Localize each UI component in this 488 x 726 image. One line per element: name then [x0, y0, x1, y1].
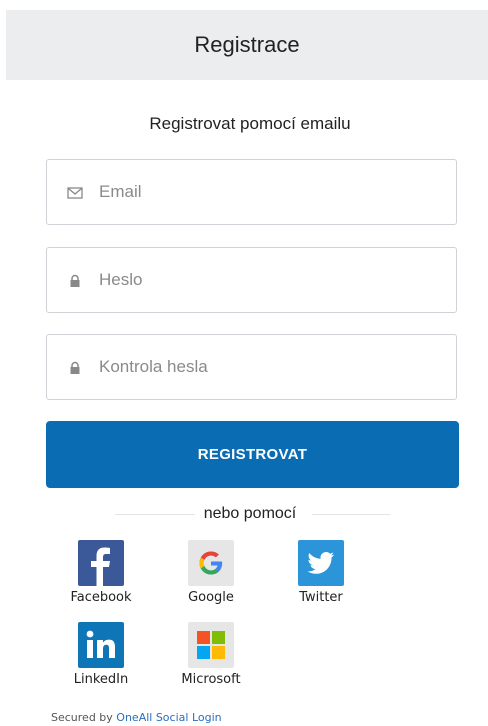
envelope-icon	[67, 187, 83, 199]
twitter-icon	[298, 540, 344, 586]
register-button[interactable]: REGISTROVAT	[46, 421, 459, 488]
linkedin-icon	[78, 622, 124, 668]
microsoft-label: Microsoft	[181, 672, 241, 687]
linkedin-login-button[interactable]: LinkedIn	[61, 622, 141, 687]
twitter-label: Twitter	[299, 590, 343, 605]
google-label: Google	[188, 590, 234, 605]
password-field[interactable]	[46, 247, 457, 313]
facebook-icon	[78, 540, 124, 586]
header-bar: Registrace	[6, 10, 488, 80]
microsoft-icon	[188, 622, 234, 668]
password-confirm-input[interactable]	[99, 335, 449, 399]
oneall-link[interactable]: OneAll Social Login	[116, 711, 221, 724]
email-field[interactable]	[46, 159, 457, 225]
twitter-login-button[interactable]: Twitter	[281, 540, 361, 605]
facebook-login-button[interactable]: Facebook	[61, 540, 141, 605]
lock-icon	[70, 361, 80, 374]
email-registration-heading: Registrovat pomocí emailu	[149, 114, 351, 133]
password-input[interactable]	[99, 248, 449, 312]
linkedin-label: LinkedIn	[73, 672, 129, 687]
google-login-button[interactable]: Google	[171, 540, 251, 605]
lock-icon	[70, 274, 80, 287]
footer-prefix: Secured by	[51, 711, 113, 724]
page-title: Registrace	[194, 32, 300, 57]
email-input[interactable]	[99, 160, 449, 224]
facebook-label: Facebook	[70, 590, 132, 605]
password-confirm-field[interactable]	[46, 334, 457, 400]
microsoft-login-button[interactable]: Microsoft	[171, 622, 251, 687]
google-icon	[188, 540, 234, 586]
divider-text: nebo pomocí	[203, 505, 297, 522]
footer-credit: Secured by OneAll Social Login	[51, 711, 222, 724]
